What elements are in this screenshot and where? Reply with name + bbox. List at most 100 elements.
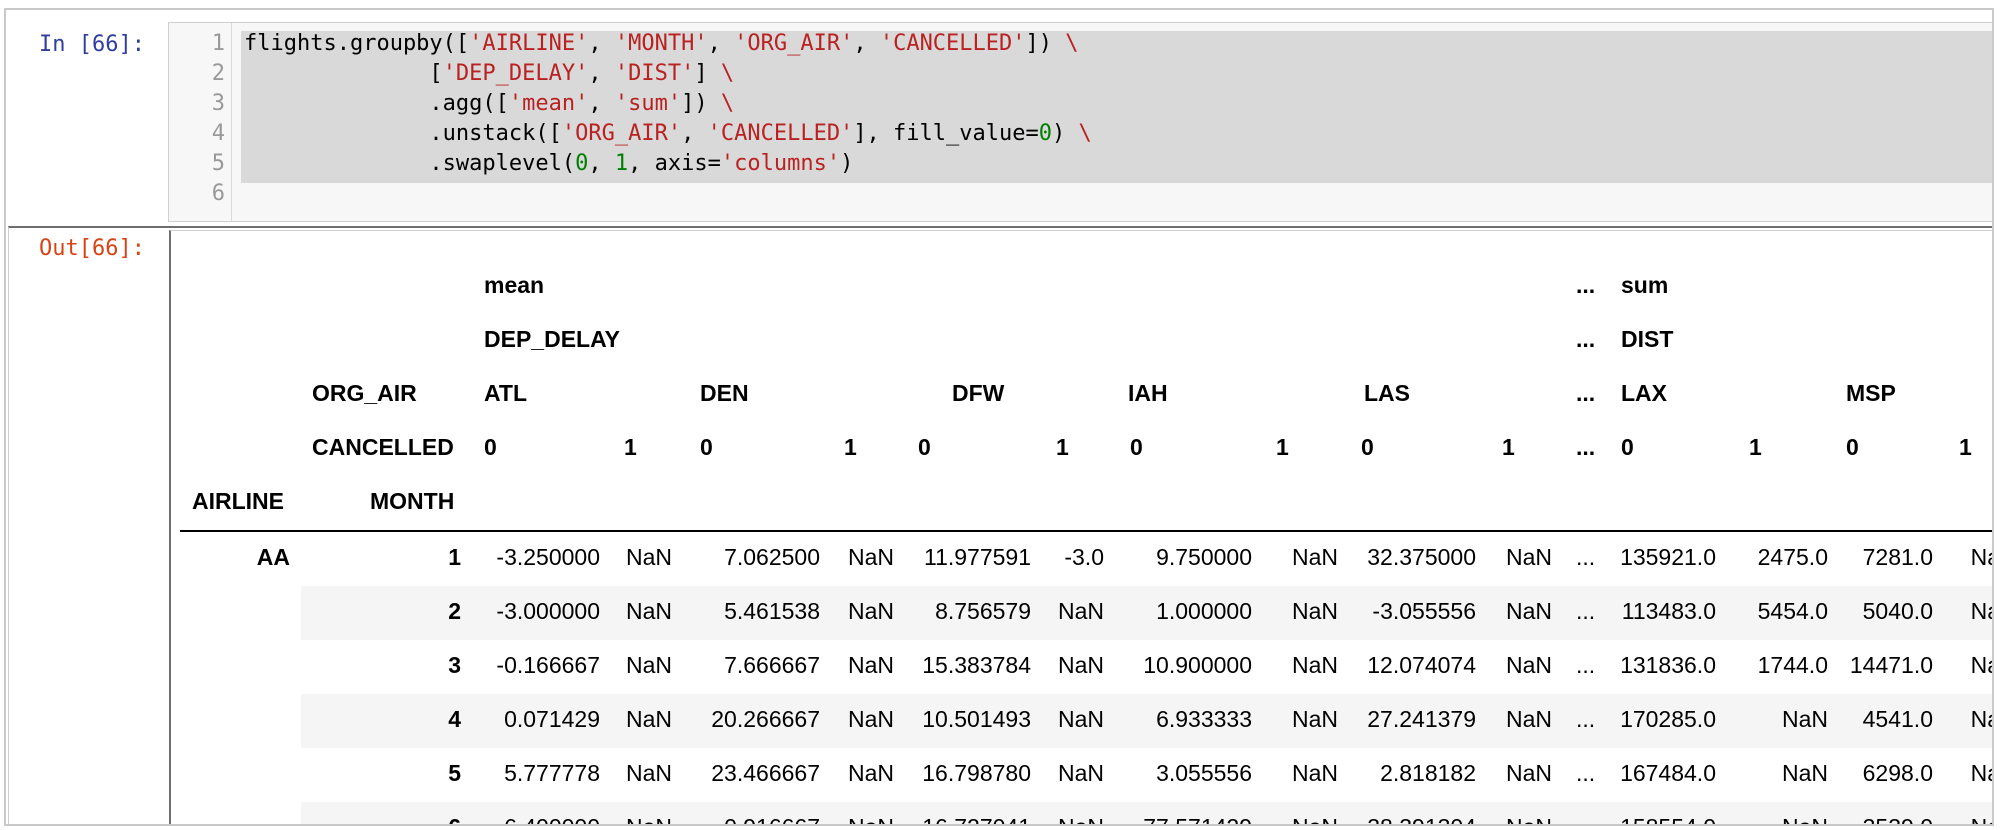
column-header-field: DEP_DELAY [484,326,620,352]
table-cell: 12.074074 [1367,652,1476,678]
column-header-ellipsis: ... [1576,326,1596,352]
line-number: 6 [211,181,225,206]
index-month: 3 [448,652,461,678]
table-cell: 2475.0 [1757,544,1828,570]
column-header-cancelled: 1 [624,434,637,460]
table-cell: NaN [1505,760,1552,786]
table-cell: 131836.0 [1620,652,1716,678]
column-header-agg: sum [1621,272,1669,298]
column-header-cancelled: 1 [1749,434,1762,460]
table-cell: 4541.0 [1862,706,1933,732]
index-month: 6 [401,814,461,824]
table-cell: -3.055556 [1372,598,1476,624]
table-cell: NaN [625,598,672,624]
table-cell: NaN [1044,814,1104,824]
column-header-cancelled: 0 [1361,434,1374,460]
table-cell: -3.000000 [496,598,600,624]
table-cell: NaN [625,544,672,570]
table-cell: -3.250000 [496,544,600,570]
table-cell: 3539.0 [1823,814,1933,824]
line-number: 1 [211,31,225,56]
notebook-cell[interactable]: In [66]: 1 2 3 4 5 6 flights.groupby(['A… [4,8,1994,826]
table-cell: 167484.0 [1620,760,1716,786]
table-cell: 5.461538 [724,598,820,624]
table-cell: NaN [1057,652,1104,678]
table-cell: NaN [1505,544,1552,570]
table-cell: 14471.0 [1849,652,1933,678]
column-header-airport: DEN [700,380,749,406]
table-cell: NaN [1057,598,1104,624]
table-cell: NaN [1781,760,1828,786]
table-cell: 6.933333 [1156,706,1252,732]
table-cell: NaN [1718,814,1828,824]
index-month: 5 [448,760,461,786]
table-cell: NaN [1492,814,1552,824]
table-cell: 0.916667 [680,814,820,824]
index-month: 1 [448,544,461,570]
table-cell: -3.0 [1064,544,1104,570]
table-cell: NaN [1505,706,1552,732]
table-cell: 5040.0 [1862,598,1933,624]
code-line[interactable]: .unstack(['ORG_AIR', 'CANCELLED'], fill_… [244,121,1091,146]
table-cell: Na [1970,652,1992,678]
table-cell: Na [1960,814,1992,824]
table-cell: 158554.0 [1586,814,1716,824]
column-header-ellipsis: ... [1576,272,1596,298]
column-header-cancelled: 1 [1502,434,1515,460]
header-divider [180,530,1992,532]
table-cell: 20.266667 [711,706,820,732]
table-cell: 170285.0 [1620,706,1716,732]
table-cell: NaN [625,706,672,732]
line-number: 5 [211,151,225,176]
index-name: AIRLINE [192,488,284,514]
table-cell: Na [1970,760,1992,786]
table-cell: NaN [1057,760,1104,786]
index-name: MONTH [370,488,455,514]
table-cell: 9.750000 [1156,544,1252,570]
table-cell: 23.466667 [711,760,820,786]
code-line[interactable]: ['DEP_DELAY', 'DIST'] \ [244,61,734,86]
table-cell: 1744.0 [1757,652,1828,678]
line-number: 2 [211,61,225,86]
table-cell: 15.383784 [922,652,1031,678]
index-airline: AA [256,544,290,570]
column-header-airport: MSP [1846,380,1896,406]
column-header-cancelled: 1 [1959,434,1972,460]
table-cell: 27.241379 [1367,706,1476,732]
table-cell: -0.166667 [496,652,600,678]
column-level-name: ORG_AIR [312,380,417,406]
table-cell: 16.727041 [881,814,1031,824]
table-cell: 7.666667 [724,652,820,678]
table-cell: 0.071429 [504,706,600,732]
table-cell: 3.055556 [1156,760,1252,786]
code-line[interactable]: flights.groupby(['AIRLINE', 'MONTH', 'OR… [244,31,1079,56]
column-header-airport: LAX [1621,380,1667,406]
table-cell: NaN [1505,652,1552,678]
column-header-cancelled: 0 [484,434,497,460]
column-header-airport: ... [1576,380,1596,406]
table-cell: 10.900000 [1143,652,1252,678]
column-header-cancelled: 1 [1276,434,1289,460]
table-cell: NaN [1057,706,1104,732]
column-header-cancelled: 0 [1621,434,1634,460]
index-month: 2 [448,598,461,624]
line-number: 3 [211,91,225,116]
table-cell: NaN [1505,598,1552,624]
table-cell: 5.777778 [504,760,600,786]
column-header-field: DIST [1621,326,1674,352]
column-header-cancelled: 1 [1056,434,1069,460]
code-line[interactable]: .agg(['mean', 'sum']) \ [244,91,734,116]
column-header-cancelled: 0 [700,434,713,460]
column-header-cancelled: 0 [1130,434,1143,460]
code-editor[interactable]: 1 2 3 4 5 6 flights.groupby(['AIRLINE', … [168,22,1992,222]
table-cell: 135921.0 [1620,544,1716,570]
column-header-airport: ATL [484,380,528,406]
table-cell: 5454.0 [1757,598,1828,624]
table-cell: 38.391304 [1326,814,1476,824]
column-level-name: CANCELLED [312,434,454,460]
table-cell: NaN [625,760,672,786]
table-cell: 32.375000 [1367,544,1476,570]
code-line[interactable]: .swaplevel(0, 1, axis='columns') [244,151,853,176]
table-cell: Na [1970,544,1992,570]
table-cell: 7.062500 [724,544,820,570]
